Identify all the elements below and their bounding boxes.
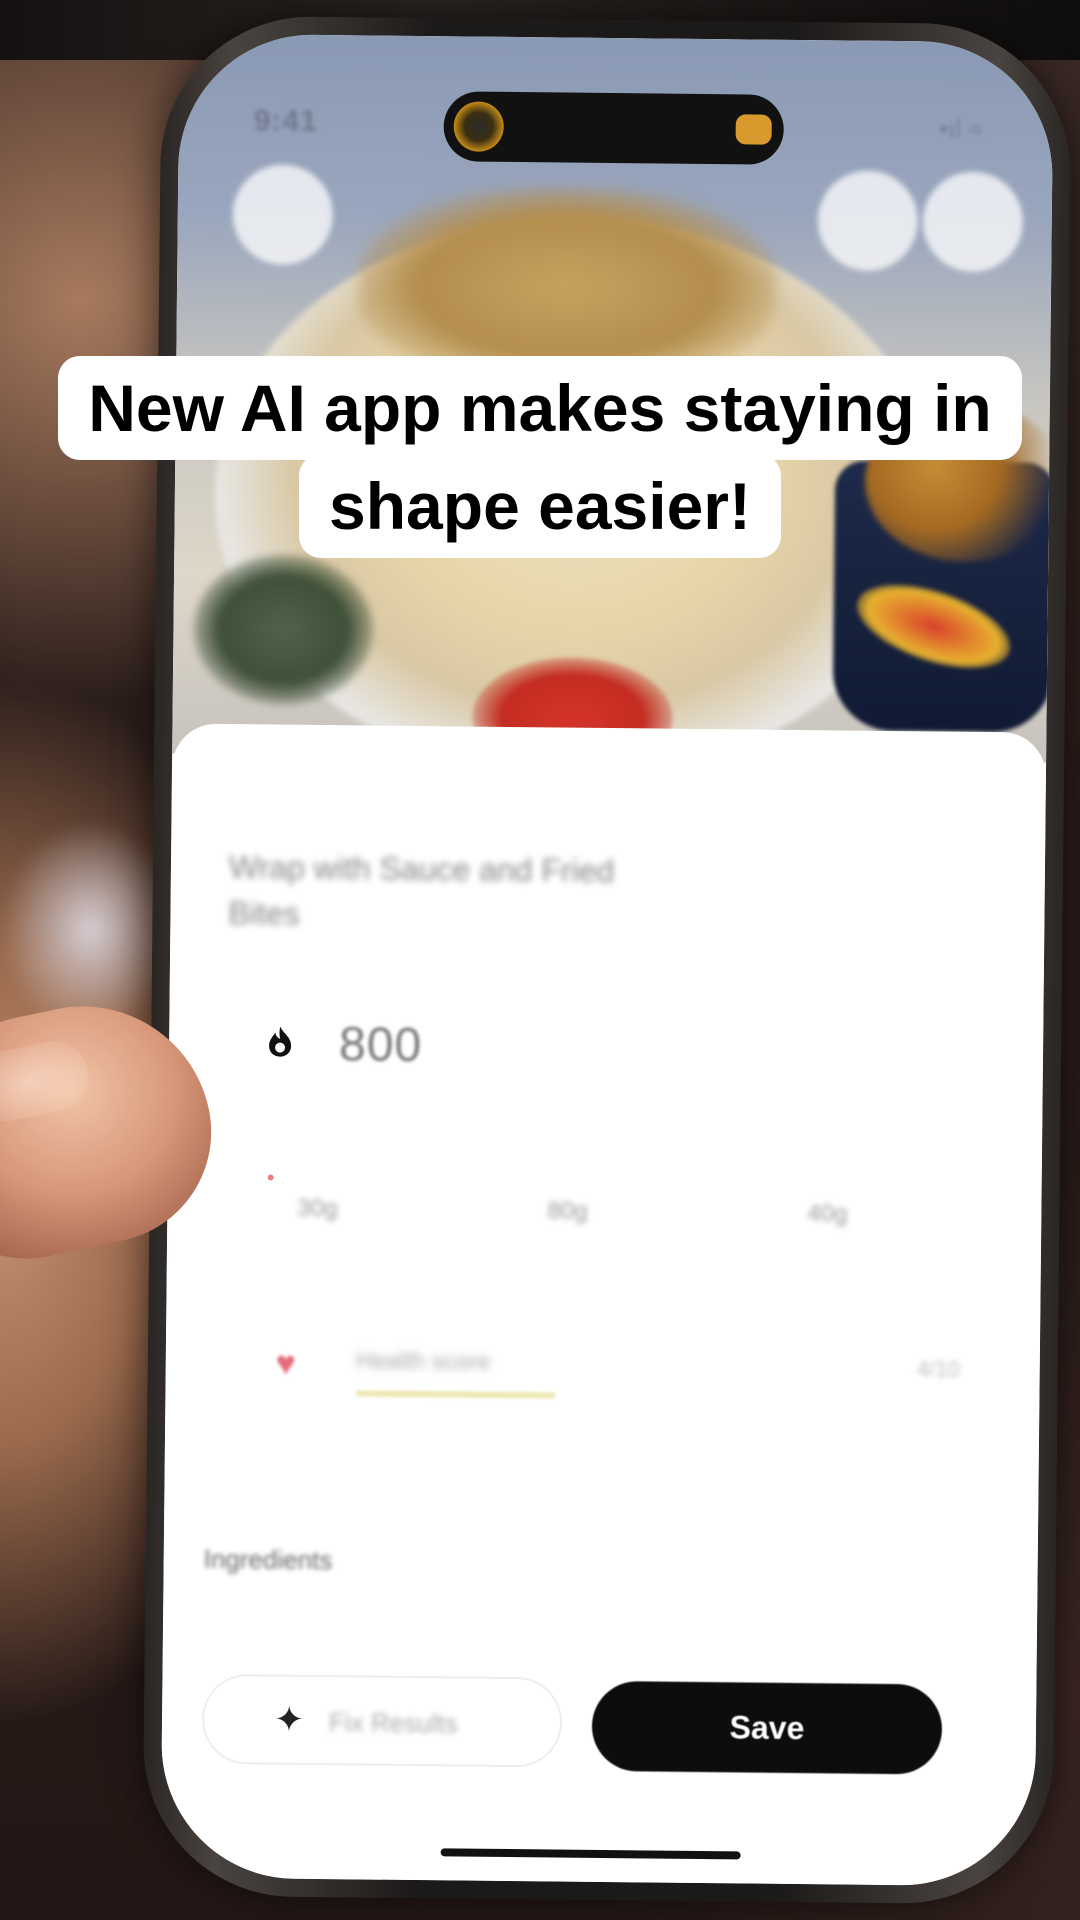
health-score-bar [355,1390,556,1399]
health-score-label: Health score [355,1347,491,1376]
camera-icon [453,101,504,152]
status-time: 9:41 [253,104,318,138]
save-button[interactable]: Save [591,1680,943,1775]
heart-icon: ♥ [275,1344,297,1383]
video-caption: New AI app makes staying in shape easier… [0,356,1080,558]
fat-value: 40g [807,1200,848,1228]
ingredients-heading: Ingredients [203,1543,333,1576]
sparkle-icon: ✦ [273,1698,305,1740]
phone-device: 9:41 •ıl ≈ Wrap with Sauce and Fried Bit… [142,15,1072,1905]
thumbnail-highlight [0,1034,96,1129]
cup-logo [846,567,1021,686]
caption-line-2: shape easier! [299,454,781,558]
more-button[interactable] [922,171,1024,273]
dish-title: Wrap with Sauce and Fried Bites [228,849,615,932]
caption-line-1: New AI app makes staying in [58,356,1022,460]
health-score-value: 4/10 [916,1356,960,1382]
calories-value: 800 [338,1018,423,1073]
dynamic-island [443,91,785,165]
back-button[interactable] [232,164,334,266]
status-indicators: •ıl ≈ [938,113,983,144]
phone-screen: 9:41 •ıl ≈ Wrap with Sauce and Fried Bit… [160,33,1054,1887]
fix-results-label: Fix Results [328,1707,458,1739]
flame-icon [263,1024,297,1058]
protein-value: 30g [297,1194,338,1223]
protein-dot [267,1174,274,1181]
carbs-value: 80g [547,1197,588,1225]
recording-indicator [735,114,772,145]
greens [192,553,375,706]
fix-results-button[interactable]: ✦ Fix Results [201,1673,563,1768]
share-button[interactable] [817,170,919,272]
